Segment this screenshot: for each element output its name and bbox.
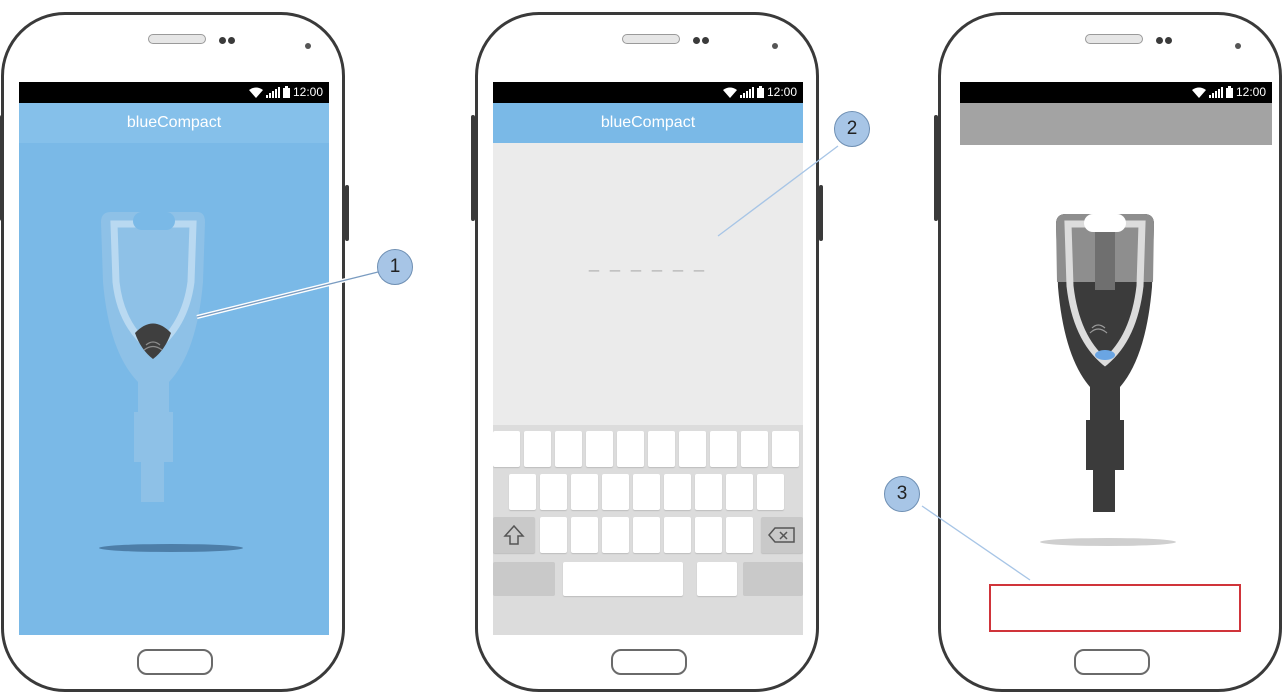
keyboard-key[interactable] <box>493 431 520 467</box>
front-camera <box>702 37 709 44</box>
keyboard-key[interactable] <box>679 431 706 467</box>
wifi-icon <box>1191 87 1206 98</box>
keyboard-key[interactable] <box>540 517 567 553</box>
keyboard-key[interactable] <box>509 474 536 510</box>
keyboard-key[interactable] <box>524 431 551 467</box>
callout-marker-1: 1 <box>377 249 413 285</box>
volume-button <box>471 115 475 221</box>
front-camera <box>1156 37 1163 44</box>
phone-3: 12:00 <box>934 12 1282 692</box>
keyboard-key[interactable] <box>772 431 799 467</box>
keyboard-key[interactable] <box>602 517 629 553</box>
space-key[interactable] <box>563 562 683 596</box>
backspace-icon <box>768 527 795 543</box>
phone-2: 12:00 blueCompact _ _ _ _ _ _ <box>471 12 823 692</box>
keyboard-key[interactable] <box>741 431 768 467</box>
keyboard-key[interactable] <box>633 474 660 510</box>
earpiece-speaker <box>148 34 206 44</box>
keyboard-key[interactable] <box>697 562 737 596</box>
home-button[interactable] <box>611 649 687 675</box>
screen-confirmation: 12:00 <box>960 82 1272 635</box>
keyboard-key[interactable] <box>726 474 753 510</box>
keyboard-key[interactable] <box>695 517 722 553</box>
keyboard-key[interactable] <box>555 431 582 467</box>
proximity-sensor <box>305 43 311 49</box>
keyboard-key[interactable] <box>602 474 629 510</box>
keyboard-key[interactable] <box>664 517 691 553</box>
keyboard-key[interactable] <box>571 517 598 553</box>
shift-icon <box>503 524 525 545</box>
callout-marker-2: 2 <box>834 111 870 147</box>
keyboard-key[interactable] <box>648 431 675 467</box>
status-bar: 12:00 <box>960 82 1272 103</box>
signal-icon <box>1208 86 1223 98</box>
signal-icon <box>265 86 280 98</box>
keyboard-key[interactable] <box>695 474 722 510</box>
keyboard-key[interactable] <box>710 431 737 467</box>
battery-icon <box>756 86 764 98</box>
keyboard-key[interactable] <box>617 431 644 467</box>
home-button[interactable] <box>1074 649 1150 675</box>
home-button[interactable] <box>137 649 213 675</box>
app-title <box>960 103 1272 145</box>
enter-key[interactable] <box>743 562 803 596</box>
front-camera <box>1165 37 1172 44</box>
front-camera <box>228 37 235 44</box>
proximity-sensor <box>1235 43 1241 49</box>
volume-button <box>0 115 1 221</box>
status-bar: 12:00 <box>493 82 803 103</box>
code-input[interactable]: _ _ _ _ _ _ <box>563 252 733 273</box>
volume-button <box>934 115 938 221</box>
signal-icon <box>739 86 754 98</box>
key-illustration <box>1040 214 1176 546</box>
onscreen-keyboard <box>493 425 803 635</box>
status-time: 12:00 <box>766 85 797 99</box>
keyboard-key[interactable] <box>571 474 598 510</box>
app-title: blueCompact <box>493 103 803 143</box>
status-time: 12:00 <box>292 85 323 99</box>
keyboard-key[interactable] <box>540 474 567 510</box>
backspace-key[interactable] <box>761 517 803 553</box>
key-illustration <box>91 212 243 552</box>
battery-icon <box>282 86 290 98</box>
status-bar: 12:00 <box>19 82 329 103</box>
symbols-key[interactable] <box>493 562 555 596</box>
keyboard-key[interactable] <box>664 474 691 510</box>
wifi-icon <box>722 87 737 98</box>
front-camera <box>693 37 700 44</box>
shift-key[interactable] <box>493 517 535 553</box>
app-title: blueCompact <box>19 103 329 143</box>
screen-code-entry: 12:00 blueCompact _ _ _ _ _ _ <box>493 82 803 635</box>
screen-pairing: 12:00 blueCompact <box>19 82 329 635</box>
earpiece-speaker <box>1085 34 1143 44</box>
front-camera <box>219 37 226 44</box>
phone-1: 12:00 blueCompact <box>0 12 349 692</box>
earpiece-speaker <box>622 34 680 44</box>
proximity-sensor <box>772 43 778 49</box>
power-button <box>819 185 823 241</box>
status-time: 12:00 <box>1235 85 1266 99</box>
power-button <box>345 185 349 241</box>
confirmation-message-box <box>989 584 1241 632</box>
callout-marker-3: 3 <box>884 476 920 512</box>
keyboard-key[interactable] <box>726 517 753 553</box>
keyboard-key[interactable] <box>633 517 660 553</box>
keyboard-key[interactable] <box>757 474 784 510</box>
wifi-icon <box>248 87 263 98</box>
battery-icon <box>1225 86 1233 98</box>
keyboard-key[interactable] <box>586 431 613 467</box>
